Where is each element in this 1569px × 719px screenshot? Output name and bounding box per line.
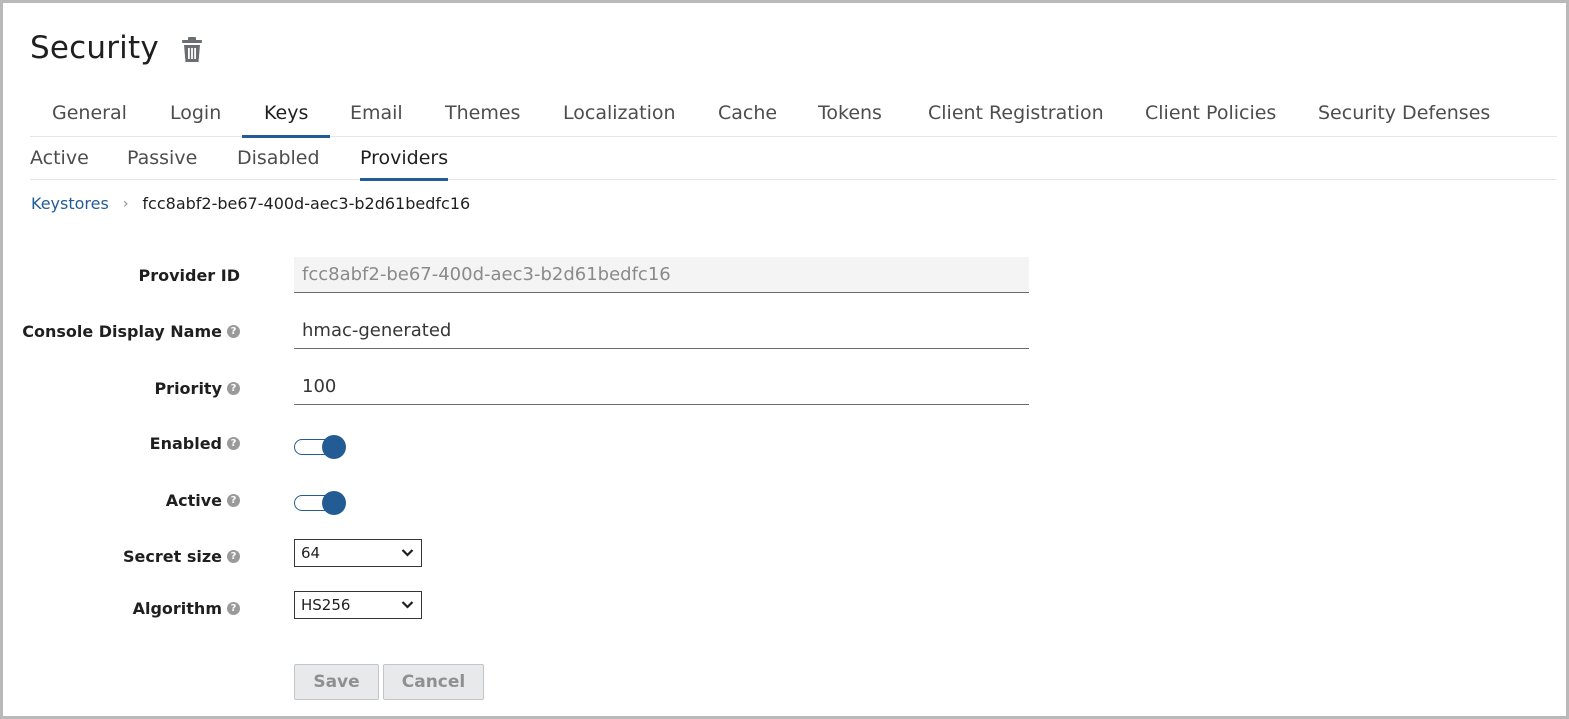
save-button[interactable]: Save — [294, 664, 379, 700]
tab-client-policies[interactable]: Client Policies — [1145, 92, 1276, 137]
trash-icon[interactable] — [181, 37, 203, 63]
toggle-knob — [322, 435, 346, 459]
priority-label-text: Priority — [154, 379, 222, 398]
algorithm-label: Algorithm ? — [133, 599, 240, 618]
display-name-input[interactable] — [294, 313, 1029, 349]
active-toggle[interactable] — [294, 490, 346, 515]
help-icon[interactable]: ? — [227, 494, 240, 507]
page-header: Security — [30, 30, 203, 66]
breadcrumb-current: fcc8abf2-be67-400d-aec3-b2d61bedfc16 — [142, 194, 471, 213]
provider-id-label: Provider ID — [138, 266, 240, 285]
tab-login[interactable]: Login — [170, 92, 221, 137]
subtab-providers[interactable]: Providers — [360, 137, 449, 181]
secret-size-select[interactable]: 64 — [294, 539, 422, 567]
provider-id-label-text: Provider ID — [138, 266, 240, 285]
active-label: Active ? — [166, 491, 240, 510]
active-label-text: Active — [165, 491, 222, 510]
chevron-down-icon — [401, 549, 414, 557]
display-name-label-text: Console Display Name — [22, 322, 222, 341]
help-icon[interactable]: ? — [227, 325, 240, 338]
subtab-disabled[interactable]: Disabled — [237, 137, 320, 180]
enabled-label-text: Enabled — [149, 434, 222, 453]
provider-id-input[interactable] — [294, 257, 1029, 293]
enabled-toggle[interactable] — [294, 434, 346, 459]
secret-size-label-text: Secret size — [123, 547, 222, 566]
secret-size-value: 64 — [301, 544, 321, 562]
main-tabs: General Login Keys Email Themes Localiza… — [30, 92, 1557, 138]
tab-cache[interactable]: Cache — [718, 92, 777, 137]
algorithm-select[interactable]: HS256 — [294, 591, 422, 619]
breadcrumb-separator: › — [122, 195, 129, 212]
subtab-passive[interactable]: Passive — [127, 137, 197, 180]
breadcrumb-keystores-link[interactable]: Keystores — [31, 194, 109, 213]
help-icon[interactable]: ? — [227, 550, 240, 563]
tab-general[interactable]: General — [52, 92, 127, 137]
tab-client-registration[interactable]: Client Registration — [928, 92, 1104, 137]
tab-keys[interactable]: Keys — [241, 92, 331, 138]
tab-tokens[interactable]: Tokens — [818, 92, 882, 137]
help-icon[interactable]: ? — [227, 602, 240, 615]
secret-size-label: Secret size ? — [123, 547, 240, 566]
breadcrumb: Keystores › fcc8abf2-be67-400d-aec3-b2d6… — [31, 194, 470, 213]
keys-subtabs: Active Passive Disabled Providers — [30, 137, 1557, 181]
display-name-label: Console Display Name ? — [22, 322, 240, 341]
tab-localization[interactable]: Localization — [563, 92, 676, 137]
tab-email[interactable]: Email — [350, 92, 403, 137]
help-icon[interactable]: ? — [227, 382, 240, 395]
subtab-active[interactable]: Active — [30, 137, 89, 180]
chevron-down-icon — [401, 601, 414, 609]
tab-themes[interactable]: Themes — [445, 92, 520, 137]
page-title: Security — [30, 30, 159, 66]
help-icon[interactable]: ? — [227, 437, 240, 450]
priority-label: Priority ? — [154, 379, 240, 398]
algorithm-value: HS256 — [301, 596, 351, 614]
priority-input[interactable] — [294, 369, 1029, 405]
tab-security-defenses[interactable]: Security Defenses — [1318, 92, 1490, 137]
algorithm-label-text: Algorithm — [132, 599, 222, 618]
cancel-button[interactable]: Cancel — [383, 664, 484, 700]
enabled-label: Enabled ? — [150, 434, 240, 453]
toggle-knob — [322, 491, 346, 515]
